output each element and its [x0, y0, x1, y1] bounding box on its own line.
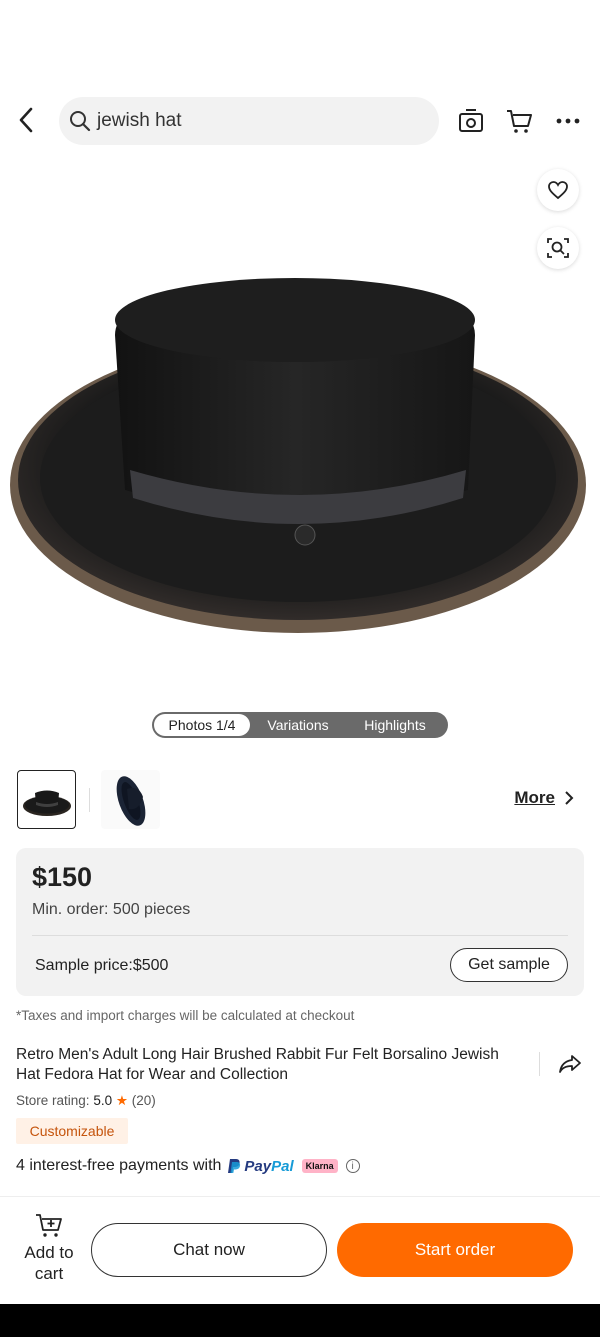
more-photos-link[interactable]: More: [514, 788, 577, 808]
add-to-cart-button[interactable]: Add to cart: [16, 1212, 82, 1292]
paypal-pay: Pay: [244, 1157, 272, 1175]
rating-value: 5.0: [93, 1093, 113, 1108]
divider: [32, 935, 568, 936]
payments-text: 4 interest-free payments with: [16, 1157, 222, 1174]
tab-highlights[interactable]: Highlights: [346, 714, 444, 736]
chat-now-button[interactable]: Chat now: [91, 1223, 327, 1277]
back-arrow-icon[interactable]: [10, 104, 42, 136]
payment-info: 4 interest-free payments with Pay Pal Kla…: [16, 1157, 360, 1175]
product-title: Retro Men's Adult Long Hair Brushed Rabb…: [16, 1046, 499, 1083]
start-order-button[interactable]: Start order: [337, 1223, 573, 1277]
tax-note: *Taxes and import charges will be calcul…: [16, 1008, 355, 1023]
get-sample-button[interactable]: Get sample: [450, 948, 568, 982]
thumbnail-divider: [89, 788, 90, 812]
customizable-badge: Customizable: [16, 1118, 128, 1144]
cart-plus-icon: [36, 1214, 62, 1237]
thumbnail-2[interactable]: [101, 770, 160, 829]
paypal-pal: Pal: [271, 1157, 294, 1175]
search-query: jewish hat: [97, 110, 182, 131]
cart-icon[interactable]: [504, 106, 534, 136]
search-bar[interactable]: jewish hat: [59, 97, 439, 145]
heart-icon[interactable]: [537, 169, 579, 211]
thumbnail-1[interactable]: [17, 770, 76, 829]
sample-price: Sample price:$500: [35, 957, 169, 974]
image-search-icon[interactable]: [537, 227, 579, 269]
rating-count: (20): [131, 1093, 156, 1108]
klarna-badge: Klarna: [301, 1159, 338, 1173]
system-nav-bar: [0, 1304, 600, 1337]
price-card: $150 Min. order: 500 pieces Sample price…: [16, 848, 584, 996]
tab-variations[interactable]: Variations: [250, 714, 346, 736]
tab-photos[interactable]: Photos 1/4: [154, 714, 250, 736]
camera-icon[interactable]: [456, 106, 486, 136]
paypal-icon: [228, 1159, 241, 1173]
rating-label: Store rating:: [16, 1093, 90, 1108]
thumbnail-strip: More: [17, 770, 583, 830]
top-bar: jewish hat: [0, 96, 600, 146]
add-to-cart-label: Add to cart: [24, 1243, 74, 1283]
more-label: More: [514, 788, 555, 807]
share-separator: [539, 1052, 540, 1076]
store-rating: Store rating: 5.0 ★ (20): [16, 1093, 416, 1109]
product-main-image[interactable]: [0, 160, 600, 705]
hat-image: [10, 278, 586, 633]
bottom-divider: [0, 1196, 600, 1197]
star-icon: ★: [115, 1093, 128, 1108]
price: $150: [32, 862, 93, 892]
min-order: Min. order: 500 pieces: [32, 901, 191, 918]
search-icon: [67, 108, 93, 134]
paypal-logo: Pay Pal: [227, 1157, 294, 1175]
gallery-tabs: Photos 1/4 Variations Highlights: [152, 712, 448, 738]
share-icon[interactable]: [556, 1050, 584, 1078]
info-icon[interactable]: i: [345, 1159, 360, 1173]
chevron-right-icon: [565, 791, 574, 805]
more-dots-icon[interactable]: [553, 106, 583, 136]
